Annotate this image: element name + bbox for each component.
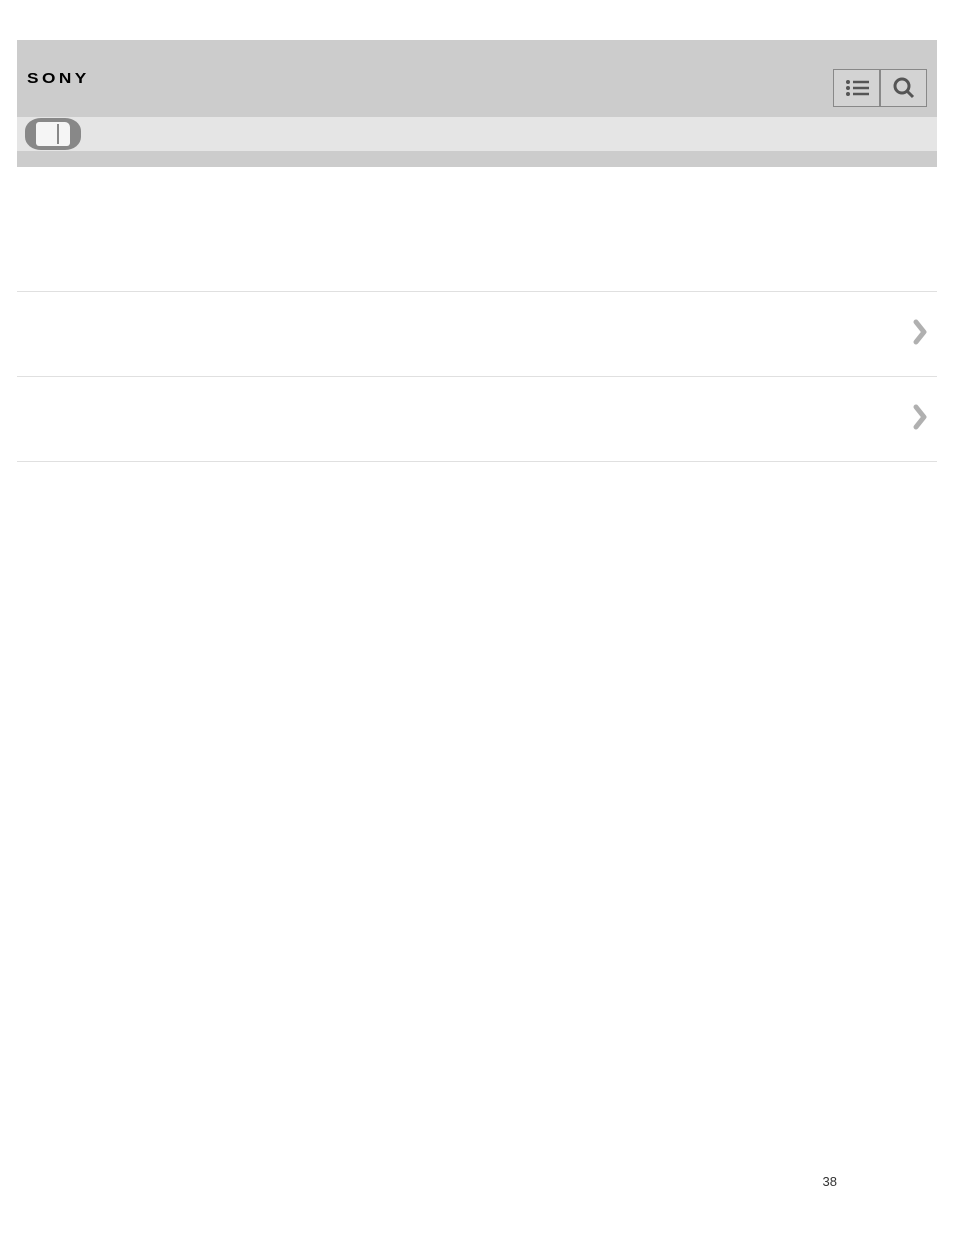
search-icon xyxy=(893,77,915,99)
chevron-right-icon xyxy=(913,318,929,351)
breadcrumb-bar xyxy=(17,117,937,151)
header-buttons xyxy=(833,69,927,107)
page-container: SONY xyxy=(0,0,954,462)
chevron-right-icon xyxy=(913,403,929,436)
list-icon xyxy=(845,79,869,97)
help-guide-icon[interactable] xyxy=(25,118,81,150)
brand-logo: SONY xyxy=(27,70,90,87)
content-area xyxy=(17,167,937,462)
header-bar: SONY xyxy=(17,40,937,117)
sub-bar xyxy=(17,151,937,167)
content-spacer xyxy=(17,167,937,291)
topic-list xyxy=(17,291,937,462)
list-item[interactable] xyxy=(17,292,937,377)
menu-list-button[interactable] xyxy=(833,69,880,107)
page-number: 38 xyxy=(823,1174,837,1189)
list-item[interactable] xyxy=(17,377,937,462)
search-button[interactable] xyxy=(880,69,927,107)
